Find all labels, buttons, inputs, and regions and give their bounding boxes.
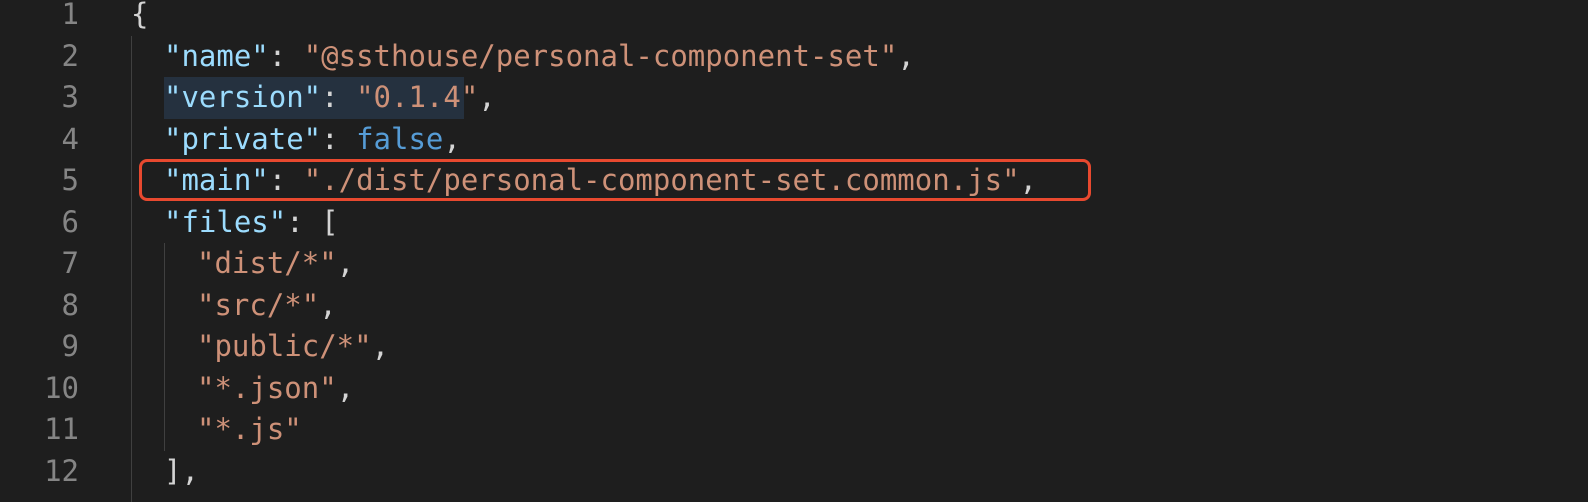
indent-guide	[131, 160, 132, 202]
line-number: 10	[44, 370, 79, 405]
token-kw: false	[356, 121, 444, 156]
token-str: "*.js"	[197, 412, 302, 446]
code-text: "files": [	[164, 202, 339, 244]
token-key: "private"	[164, 121, 322, 156]
token-punct: :	[321, 121, 357, 156]
code-editor[interactable]: 1{2 "name": "@ssthouse/personal-component…	[0, 0, 1588, 502]
token-punct: {	[131, 0, 149, 31]
indent-guide	[164, 284, 165, 326]
code-line-11[interactable]: 11 "*.js"	[0, 409, 1588, 451]
token-str: "*.json"	[197, 370, 337, 405]
indent-guide	[131, 118, 132, 160]
token-punct: ,	[371, 329, 390, 363]
token-key: "files"	[164, 204, 287, 239]
token-str: "@ssthouse/personal-component-set"	[303, 38, 898, 73]
code-line-6[interactable]: 6 "files": [	[0, 201, 1588, 244]
line-number: 6	[61, 204, 79, 239]
code-text: {	[131, 0, 148, 36]
code-line-9[interactable]: 9 "public/*",	[0, 326, 1588, 368]
indent-guide	[164, 326, 165, 368]
token-str: "0.1.4"	[356, 80, 479, 114]
token-key: "name"	[164, 38, 269, 73]
indent-guide	[164, 367, 165, 409]
line-number: 3	[61, 80, 79, 114]
line-number: 5	[61, 163, 79, 197]
line-number: 9	[61, 329, 79, 363]
token-punct: ,	[336, 370, 355, 405]
indent-guide	[131, 243, 132, 285]
indent-guide	[131, 35, 132, 77]
token-punct: ],	[164, 453, 199, 488]
token-punct: : [	[286, 204, 339, 239]
indent-guide	[131, 367, 132, 409]
code-text: "src/*",	[197, 285, 337, 327]
token-str: "public/*"	[197, 329, 372, 363]
line-number: 8	[61, 287, 79, 322]
token-punct: ,	[319, 287, 337, 322]
line-number: 12	[44, 453, 79, 488]
code-line-12[interactable]: 12],	[0, 450, 1588, 493]
line-number: 4	[61, 121, 79, 156]
indent-guide	[164, 409, 165, 451]
indent-guide	[131, 284, 132, 326]
code-line-8[interactable]: 8 "src/*",	[0, 284, 1588, 327]
indent-guide	[131, 326, 132, 368]
code-line-7[interactable]: 7 "dist/*",	[0, 243, 1588, 285]
code-line-3[interactable]: 3 "version": "0.1.4",	[0, 77, 1588, 119]
code-text: "dist/*",	[197, 243, 354, 285]
indent-guide	[131, 409, 132, 451]
code-line-10[interactable]: 10 "*.json",	[0, 367, 1588, 410]
code-text: "*.json",	[197, 368, 354, 410]
token-punct: :	[268, 38, 304, 73]
token-key: "version"	[164, 80, 322, 114]
code-text: "private": false,	[164, 119, 461, 161]
annotation-highlight-box	[139, 159, 1091, 201]
code-text: ],	[164, 451, 199, 493]
code-text: "*.js"	[197, 409, 302, 451]
line-number: 11	[44, 412, 79, 446]
token-punct: ,	[336, 246, 355, 280]
code-line-2[interactable]: 2 "name": "@ssthouse/personal-component-s…	[0, 35, 1588, 78]
line-number: 7	[61, 246, 79, 280]
token-str: "src/*"	[197, 287, 320, 322]
line-number: 1	[61, 0, 79, 31]
code-line-1[interactable]: 1{	[0, 0, 1588, 36]
indent-guide	[131, 201, 132, 243]
code-text: "name": "@ssthouse/personal-component-se…	[164, 36, 915, 78]
token-punct: ,	[443, 121, 461, 156]
token-punct: ,	[897, 38, 915, 73]
code-text: "version": "0.1.4",	[164, 77, 496, 119]
code-text: "public/*",	[197, 326, 389, 368]
token-str: "dist/*"	[197, 246, 337, 280]
indent-guide	[131, 450, 132, 492]
token-punct: :	[321, 80, 357, 114]
indent-guide	[164, 243, 165, 285]
code-line-4[interactable]: 4 "private": false,	[0, 118, 1588, 161]
token-punct: ,	[478, 80, 496, 114]
line-number: 2	[61, 38, 79, 73]
indent-guide	[131, 492, 132, 502]
indent-guide	[131, 77, 132, 119]
